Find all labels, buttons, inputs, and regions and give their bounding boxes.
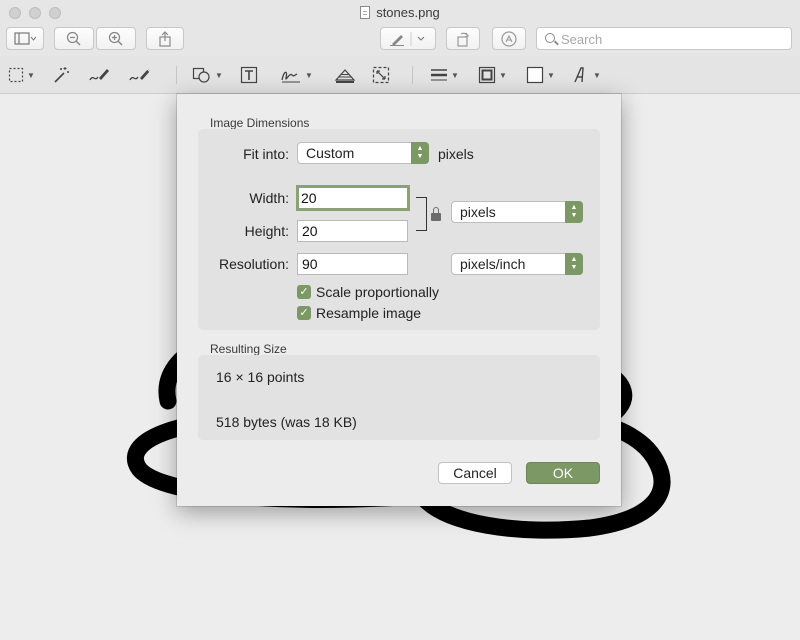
toolbar [0,26,800,56]
markup-toggle-button[interactable] [380,27,436,50]
zoom-in-button[interactable] [96,27,136,50]
zoom-out-icon [66,31,81,46]
scale-proportionally-label: Scale proportionally [316,284,439,300]
markup-toolbar: ▼ ▼ ▼ ▼ ▼ ▼ ▼ [0,56,800,94]
instant-alpha-button[interactable] [52,64,70,86]
draw-tool-button[interactable] [128,64,152,86]
checkmark-icon: ✓ [297,285,311,299]
width-field[interactable] [296,185,410,211]
chevron-down-icon: ▼ [593,70,601,80]
resolution-unit-value: pixels/inch [460,256,526,272]
title-bar: stones.png [0,0,800,26]
document-icon [360,6,371,19]
chevron-down-icon: ▼ [215,70,223,80]
draw-icon [129,68,151,81]
resample-image-label: Resample image [316,305,422,321]
fill-color-icon [526,66,544,84]
sign-tool-button[interactable]: ▼ [280,64,313,86]
share-icon [159,30,171,47]
shapes-tool-button[interactable]: ▼ [192,64,223,86]
image-dimensions-title: Image Dimensions [210,116,310,130]
chevron-down-icon: ▼ [305,70,313,80]
sketch-icon [89,69,109,81]
constraint-bracket [416,197,427,231]
popup-arrows-icon: ▲ ▼ [565,201,583,223]
toolbar-divider [176,66,177,84]
sidebar-icon [14,31,36,45]
cancel-button[interactable]: Cancel [438,462,512,484]
rectangular-selection-icon [8,67,24,83]
shapes-icon [192,67,210,83]
rotate-icon [457,32,469,47]
height-label: Height: [244,223,289,239]
rotate-button[interactable] [446,27,480,50]
adjust-size-dialog: Image Dimensions Fit into: Custom ▲ ▼ pix… [177,94,621,506]
fit-into-popup[interactable]: Custom ▲ ▼ [297,142,429,164]
resolution-label: Resolution: [218,256,289,272]
zoom-in-icon [108,31,123,46]
share-button[interactable] [146,27,184,50]
adjust-color-button[interactable] [334,64,356,86]
magic-wand-icon [54,67,69,83]
search-icon [545,33,555,43]
resolution-field[interactable] [297,253,408,275]
result-points-text: 16 × 16 points [216,369,305,385]
pen-icon [390,31,425,46]
window-title: stones.png [0,5,800,20]
popup-arrows-icon: ▲ ▼ [411,142,429,164]
height-field[interactable] [297,220,408,242]
resample-image-checkbox[interactable]: ✓ Resample image [297,305,421,321]
fit-into-label: Fit into: [243,146,289,162]
popup-arrows-icon: ▲ ▼ [565,253,583,275]
line-style-icon [431,69,447,81]
fit-into-value: Custom [306,145,355,161]
resulting-size-title: Resulting Size [210,342,287,356]
fit-into-unit: pixels [438,146,474,162]
search-input[interactable] [561,31,781,47]
annotate-icon [501,30,517,47]
border-color-button[interactable]: ▼ [478,64,507,86]
window-title-text: stones.png [376,5,440,20]
width-label: Width: [249,190,289,206]
selection-tool-button[interactable]: ▼ [8,64,35,86]
search-field[interactable] [536,27,792,50]
sketch-tool-button[interactable] [88,64,110,86]
fill-color-button[interactable]: ▼ [526,64,555,86]
ok-button[interactable]: OK [526,462,600,484]
chevron-down-icon: ▼ [27,70,35,80]
resolution-unit-popup[interactable]: pixels/inch ▲ ▼ [451,253,583,275]
chevron-down-icon: ▼ [451,70,459,80]
zoom-out-button[interactable] [54,27,94,50]
size-unit-popup[interactable]: pixels ▲ ▼ [451,201,583,223]
shape-style-button[interactable]: ▼ [430,64,459,86]
chevron-down-icon: ▼ [547,70,555,80]
chevron-down-icon: ▼ [499,70,507,80]
adjust-color-icon [334,69,356,83]
result-bytes-text: 518 bytes (was 18 KB) [216,414,357,430]
adjust-size-button[interactable] [372,64,390,86]
size-unit-value: pixels [460,204,496,220]
resize-icon [372,66,390,84]
text-box-icon [240,66,258,84]
annotate-button[interactable] [492,27,526,50]
text-style-icon [574,67,584,83]
toolbar-divider [412,66,413,84]
text-tool-button[interactable] [240,64,258,86]
text-style-button[interactable]: ▼ [572,64,601,86]
border-color-icon [478,66,496,84]
checkmark-icon: ✓ [297,306,311,320]
sidebar-toggle-button[interactable] [6,27,44,50]
signature-icon [281,71,300,83]
lock-icon[interactable] [431,207,441,221]
scale-proportionally-checkbox[interactable]: ✓ Scale proportionally [297,284,439,300]
